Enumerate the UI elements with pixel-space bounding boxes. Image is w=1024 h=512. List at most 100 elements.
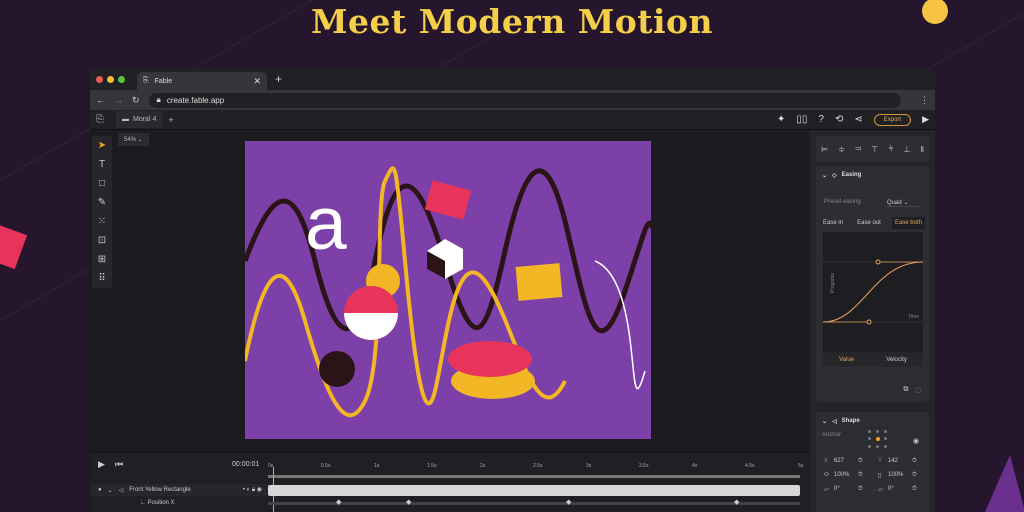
scale-y-field[interactable]: 100%: [888, 472, 912, 479]
ease-out-button[interactable]: Ease out: [854, 217, 884, 229]
ruler-tick-label: 1s: [374, 463, 380, 469]
grid-select-icon[interactable]: ⁙: [98, 216, 106, 227]
velocity-tab[interactable]: Velocity: [886, 357, 907, 363]
components-icon[interactable]: ⊞: [98, 254, 106, 265]
rectangle-tool-icon[interactable]: □: [99, 178, 105, 189]
copy-icon[interactable]: ⧉: [903, 386, 908, 394]
help-icon[interactable]: ?: [818, 114, 824, 125]
url-bar[interactable]: 🔒︎ create.fable.app: [148, 92, 901, 108]
shape-card: ⌄ ◁ Shape Anchor ◉ X 627 ⏱︎ Y 142 ⏱︎ ⬭ 100% ⏱︎ ▯…: [816, 412, 929, 512]
share-icon[interactable]: ⋖: [854, 114, 862, 125]
easing-curve: [822, 259, 924, 325]
easing-graph[interactable]: Progress Time Value Velocity: [822, 232, 924, 367]
shape-icon: ◁: [832, 419, 837, 425]
ruler-tick-label: 3s: [586, 463, 592, 469]
skew-y-field[interactable]: 0°: [888, 486, 912, 493]
skip-start-button[interactable]: ⏮︎: [115, 459, 123, 470]
fable-logo-icon[interactable]: ⎘: [96, 114, 104, 125]
ease-in-button[interactable]: Ease in: [820, 217, 846, 229]
layer-controls-icons[interactable]: • ◐ 🔒︎ ◉: [243, 486, 262, 494]
current-time: 00:00:01: [232, 461, 260, 468]
apps-grid-icon[interactable]: ⠿: [98, 273, 105, 284]
text-tool-icon[interactable]: T: [99, 159, 105, 170]
paste-icon[interactable]: ▢: [914, 386, 921, 394]
keyframe[interactable]: ◆: [566, 498, 571, 506]
keyframe[interactable]: ◆: [406, 498, 411, 506]
add-document-button[interactable]: +: [168, 115, 173, 125]
stopwatch-icon[interactable]: ⏱︎: [912, 472, 922, 479]
document-tab[interactable]: ▬ Moral 4: [116, 111, 163, 128]
align-bottom-icon[interactable]: ⊥: [903, 145, 910, 154]
url-text: create.fable.app: [166, 95, 225, 105]
headline: Meet Modern Motion: [310, 2, 714, 41]
x-label: X: [824, 458, 829, 464]
forward-icon[interactable]: →: [114, 95, 123, 105]
stopwatch-icon[interactable]: ⏱︎: [858, 486, 878, 493]
tool-palette: ➤ T □ ✎ ⁙ ⊡ ⊞ ⠿: [92, 136, 112, 288]
handle-start[interactable]: [866, 319, 872, 325]
stopwatch-icon[interactable]: ⏱︎: [858, 472, 878, 479]
play-button[interactable]: ▶: [98, 459, 105, 470]
align-left-icon[interactable]: ⊨: [821, 145, 828, 154]
export-button[interactable]: Export: [873, 113, 912, 126]
align-toolbar: ⊨ ≑ ⫤ ⊤ ⫩ ⊥ ‖: [816, 136, 929, 162]
preset-easing-select[interactable]: Quad ⌄: [887, 199, 921, 207]
sparkle-icon[interactable]: ✦: [777, 114, 785, 125]
stopwatch-icon[interactable]: ⏱︎: [858, 458, 878, 465]
ruler-tick-label: 2.5s: [533, 463, 543, 469]
distribute-icon[interactable]: ‖: [921, 145, 924, 154]
align-right-icon[interactable]: ⫤: [855, 144, 861, 154]
ruler-tick-label: 4.5s: [745, 463, 755, 469]
preset-value: Quad: [887, 200, 902, 206]
layer-name[interactable]: Front Yellow Rectangle: [129, 487, 190, 493]
value-tab[interactable]: Value: [839, 357, 854, 363]
close-window-button[interactable]: [96, 75, 103, 83]
focus-icon[interactable]: ⊡: [98, 235, 106, 246]
align-top-icon[interactable]: ⊤: [871, 145, 878, 154]
visibility-eye-icon[interactable]: ◉: [913, 437, 919, 445]
keyframe[interactable]: ◆: [336, 498, 341, 506]
diamond-icon: ◇: [832, 173, 837, 179]
align-center-icon[interactable]: ≑: [838, 145, 845, 154]
close-tab-icon[interactable]: ✕: [253, 76, 261, 87]
yellow-rectangle: [515, 263, 563, 301]
minimize-window-button[interactable]: [107, 75, 114, 83]
maximize-window-button[interactable]: [118, 75, 125, 83]
zoom-select[interactable]: 54% ⌄: [118, 133, 149, 146]
keyframe[interactable]: ◆: [734, 498, 739, 506]
layer-bar[interactable]: [268, 485, 800, 496]
scale-y-icon: ▯: [878, 473, 882, 479]
collapse-icon[interactable]: ⌄: [822, 418, 827, 425]
browser-menu-icon[interactable]: ⋮: [920, 95, 929, 106]
easing-title: Easing: [841, 172, 862, 178]
browser-tab[interactable]: ⎘ Fable ✕: [137, 72, 267, 90]
stopwatch-icon[interactable]: ⏱︎: [912, 486, 922, 493]
x-field[interactable]: 627: [834, 458, 858, 465]
address-bar-row: ← → ↻ 🔒︎ create.fable.app ⋮: [90, 90, 935, 110]
lock-icon: 🔒︎: [156, 95, 161, 104]
align-middle-icon[interactable]: ⫩: [889, 144, 894, 154]
ease-both-button[interactable]: Ease both: [891, 217, 925, 229]
book-icon[interactable]: ▯▯: [796, 114, 807, 125]
scale-x-field[interactable]: 100%: [834, 472, 858, 479]
back-icon[interactable]: ←: [96, 95, 105, 105]
reload-icon[interactable]: ↻: [132, 95, 140, 106]
skew-x-field[interactable]: 0°: [834, 486, 858, 493]
dark-circle: [319, 351, 355, 387]
expand-icon[interactable]: ⌄: [108, 487, 113, 494]
preview-play-icon[interactable]: ▶: [922, 114, 929, 125]
handle-end[interactable]: [875, 259, 881, 265]
work-area-bar[interactable]: [268, 475, 800, 478]
y-field[interactable]: 142: [888, 458, 912, 465]
ruler-tick-label: 5s: [798, 463, 804, 469]
anchor-grid[interactable]: [868, 430, 888, 448]
new-tab-button[interactable]: +: [275, 72, 282, 86]
artboard-canvas[interactable]: a: [245, 141, 651, 439]
stopwatch-icon[interactable]: ⏱︎: [912, 458, 922, 465]
letter-a: a: [305, 181, 347, 265]
pen-tool-icon[interactable]: ✎: [98, 197, 106, 208]
collapse-icon[interactable]: ⌄: [822, 172, 827, 179]
select-tool-icon[interactable]: ➤: [98, 140, 106, 151]
layer-dot-icon[interactable]: ●: [98, 487, 102, 493]
history-icon[interactable]: ⟲: [835, 114, 843, 125]
